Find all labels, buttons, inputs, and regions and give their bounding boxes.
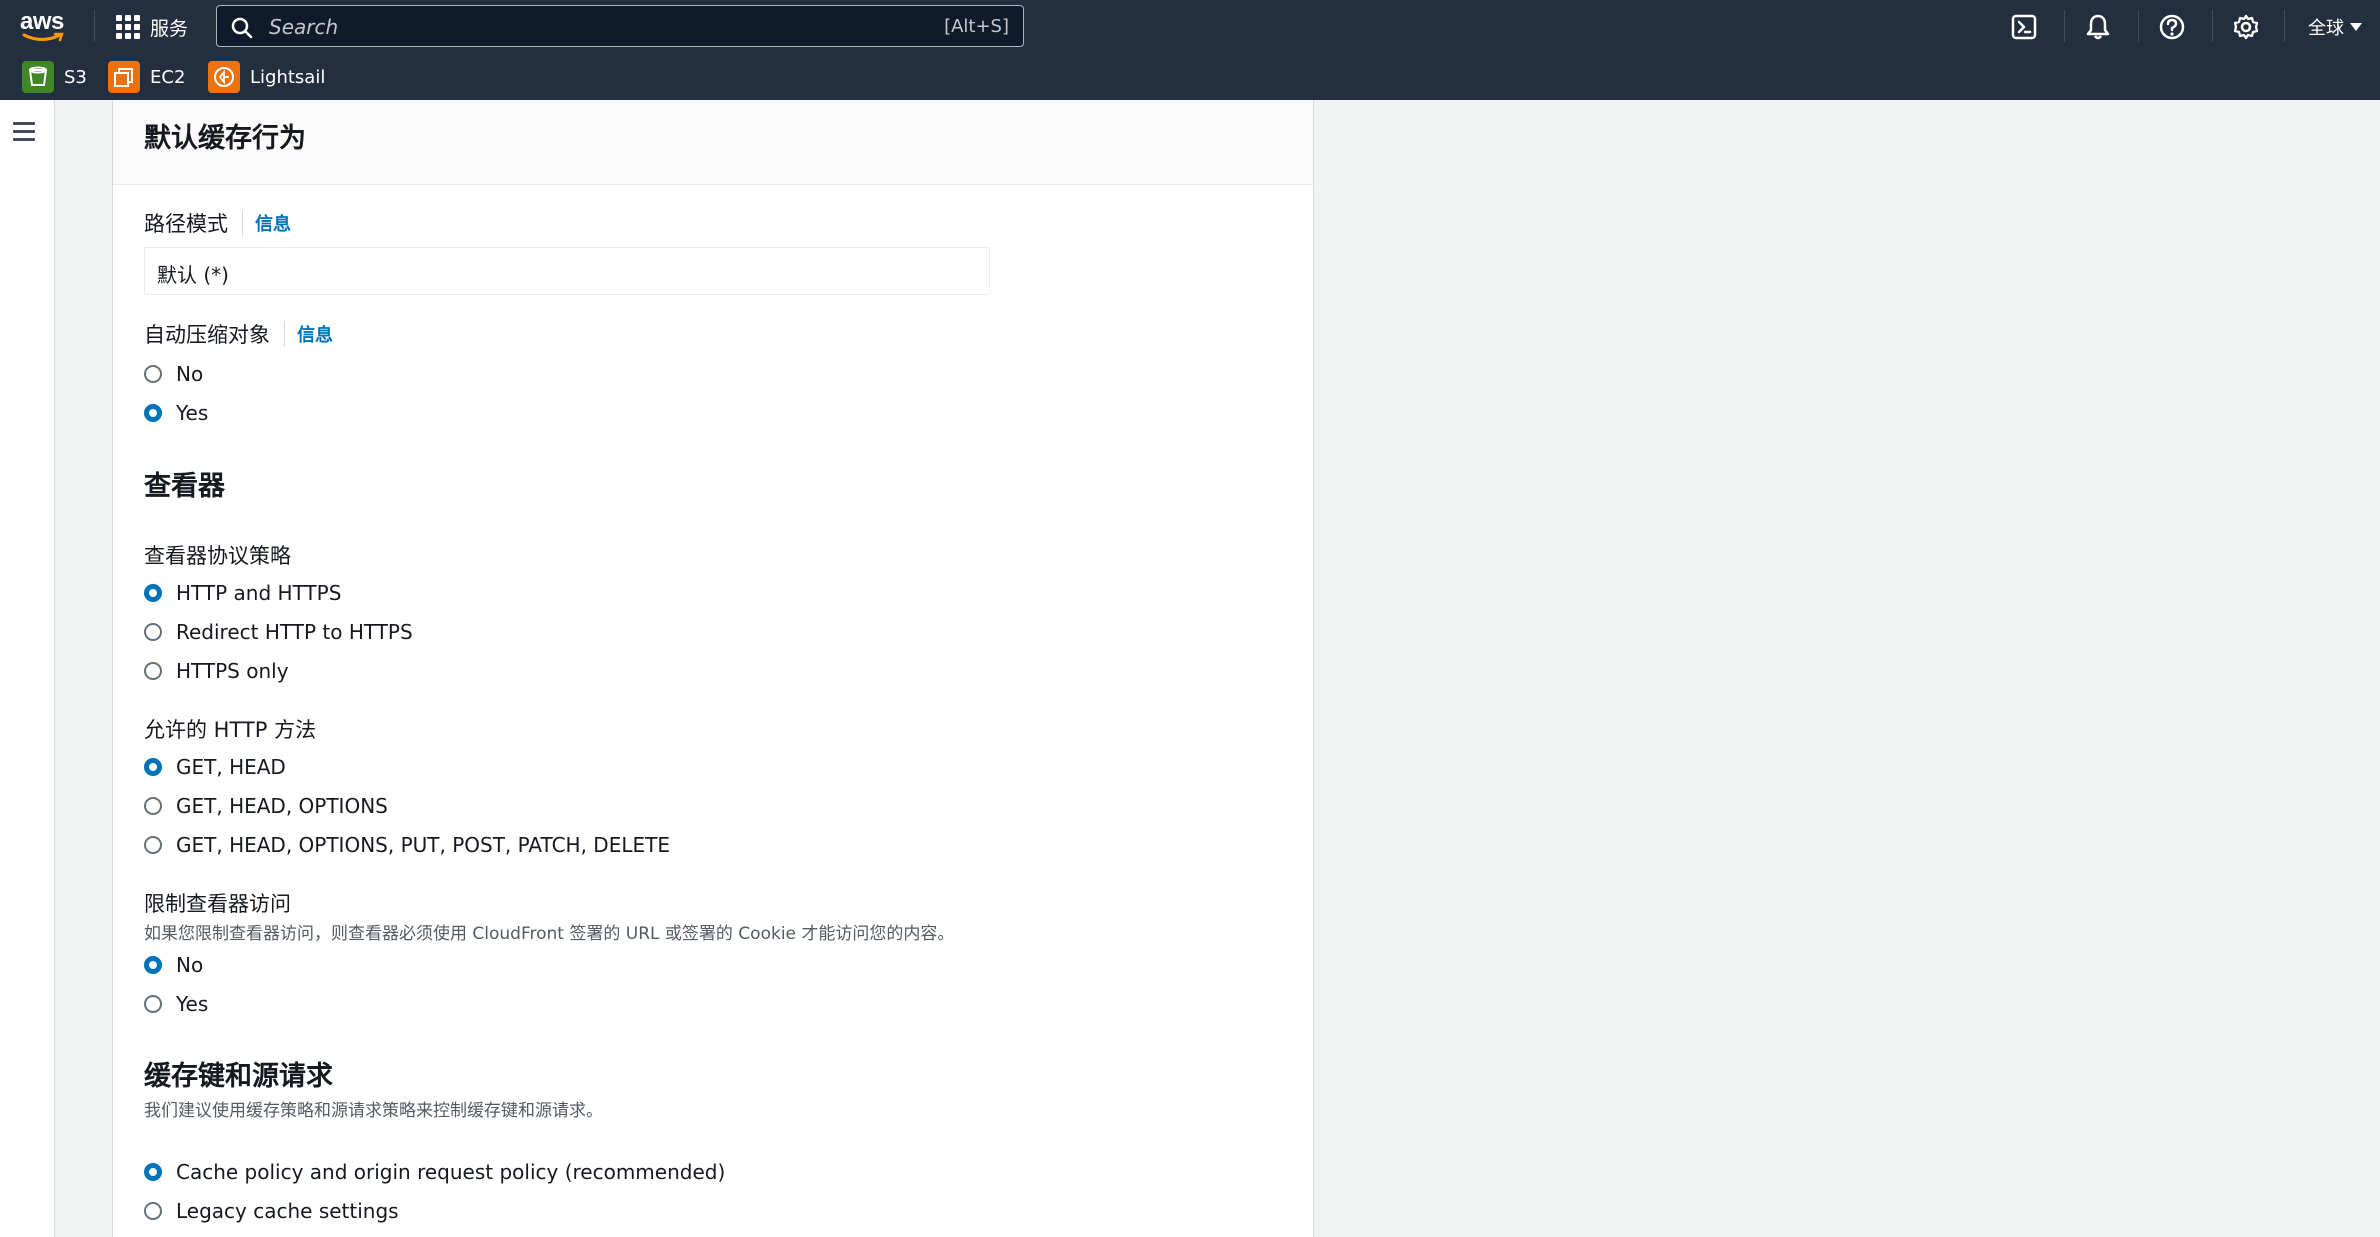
path-pattern-field[interactable]: 默认 (*): [144, 247, 990, 295]
allowed-methods-option[interactable]: GET, HEAD, OPTIONS: [144, 792, 388, 820]
panel-header: 默认缓存行为: [113, 100, 1313, 185]
viewer-protocol-option[interactable]: HTTP and HTTPS: [144, 579, 341, 607]
restrict-viewer-label-text: 限制查看器访问: [144, 892, 291, 916]
cache-settings-option[interactable]: Cache policy and origin request policy (…: [144, 1158, 725, 1186]
restrict-viewer-label: 限制查看器访问: [144, 888, 291, 918]
nav-main-row: aws 服务 [Alt+S]: [0, 0, 2380, 54]
radio-icon[interactable]: [144, 623, 162, 641]
radio-label: HTTP and HTTPS: [176, 581, 342, 605]
search-shortcut-hint: [Alt+S]: [944, 16, 1009, 37]
viewer-protocol-label: 查看器协议策略: [144, 540, 291, 570]
caret-down-icon: [2350, 23, 2362, 31]
compress-objects-label-text: 自动压缩对象: [144, 323, 270, 347]
services-label: 服务: [150, 17, 189, 40]
restrict-viewer-description: 如果您限制查看器访问，则查看器必须使用 CloudFront 签署的 URL 或…: [144, 924, 955, 944]
radio-label: Yes: [176, 401, 209, 425]
path-pattern-label: 路径模式 信息: [144, 208, 291, 238]
lightsail-icon: [208, 61, 240, 93]
path-pattern-info-link[interactable]: 信息: [242, 210, 291, 236]
compress-objects-label: 自动压缩对象 信息: [144, 319, 333, 349]
favorite-label: Lightsail: [250, 66, 326, 88]
services-grid-icon: [116, 15, 140, 39]
nav-divider: [2138, 10, 2139, 42]
cache-key-description: 我们建议使用缓存策略和源请求策略来控制缓存键和源请求。: [144, 1101, 603, 1121]
radio-icon[interactable]: [144, 584, 162, 602]
side-navigation-rail: [0, 100, 55, 1237]
radio-label: Legacy cache settings: [176, 1199, 399, 1223]
radio-icon[interactable]: [144, 365, 162, 383]
allowed-methods-option[interactable]: GET, HEAD: [144, 753, 286, 781]
nav-divider: [2064, 10, 2065, 42]
panel-title: 默认缓存行为: [144, 123, 306, 154]
nav-divider: [94, 10, 95, 42]
cloudshell-icon[interactable]: [2010, 13, 2038, 41]
search-icon: [231, 17, 253, 39]
radio-label: No: [176, 362, 204, 386]
favorite-label: S3: [64, 66, 87, 88]
viewer-protocol-option[interactable]: HTTPS only: [144, 657, 289, 685]
aws-smile-icon: [22, 32, 64, 42]
radio-icon[interactable]: [144, 1163, 162, 1181]
menu-icon[interactable]: [13, 122, 35, 146]
aws-logo[interactable]: aws: [20, 8, 68, 44]
search-box[interactable]: [Alt+S]: [216, 5, 1024, 47]
search-input[interactable]: [267, 12, 871, 42]
region-selector[interactable]: 全球: [2308, 14, 2362, 40]
nav-divider: [2212, 10, 2213, 42]
radio-label: Yes: [176, 992, 209, 1016]
viewer-protocol-option[interactable]: Redirect HTTP to HTTPS: [144, 618, 413, 646]
notifications-icon[interactable]: [2084, 13, 2112, 41]
favorite-s3[interactable]: S3: [22, 61, 87, 93]
radio-icon[interactable]: [144, 404, 162, 422]
viewer-protocol-label-text: 查看器协议策略: [144, 544, 291, 568]
favorite-ec2[interactable]: EC2: [108, 61, 185, 93]
allowed-methods-label: 允许的 HTTP 方法: [144, 714, 316, 744]
allowed-methods-option[interactable]: GET, HEAD, OPTIONS, PUT, POST, PATCH, DE…: [144, 831, 670, 859]
radio-icon[interactable]: [144, 995, 162, 1013]
viewer-heading: 查看器: [144, 471, 225, 502]
favorite-lightsail[interactable]: Lightsail: [208, 61, 325, 93]
help-icon[interactable]: [2158, 13, 2186, 41]
radio-label: No: [176, 953, 204, 977]
favorite-label: EC2: [150, 66, 186, 88]
compress-objects-info-link[interactable]: 信息: [284, 321, 333, 347]
radio-label: HTTPS only: [176, 659, 289, 683]
nav-divider: [2284, 10, 2285, 42]
radio-icon[interactable]: [144, 956, 162, 974]
favorites-bar: S3 EC2 Lightsail: [0, 54, 2380, 100]
allowed-methods-label-text: 允许的 HTTP 方法: [144, 718, 317, 742]
radio-icon[interactable]: [144, 758, 162, 776]
ec2-icon: [108, 61, 140, 93]
top-navigation: aws 服务 [Alt+S]: [0, 0, 2380, 100]
settings-icon[interactable]: [2232, 13, 2260, 41]
radio-label: GET, HEAD, OPTIONS, PUT, POST, PATCH, DE…: [176, 833, 670, 857]
cache-key-heading: 缓存键和源请求: [144, 1061, 333, 1092]
s3-icon: [22, 61, 54, 93]
radio-label: Redirect HTTP to HTTPS: [176, 620, 413, 644]
compress-option[interactable]: No: [144, 360, 203, 388]
radio-icon[interactable]: [144, 1202, 162, 1220]
restrict-viewer-option[interactable]: Yes: [144, 990, 208, 1018]
services-menu-button[interactable]: 服务: [116, 12, 188, 42]
compress-option[interactable]: Yes: [144, 399, 208, 427]
restrict-viewer-option[interactable]: No: [144, 951, 203, 979]
radio-icon[interactable]: [144, 836, 162, 854]
path-pattern-label-text: 路径模式: [144, 212, 228, 236]
radio-icon[interactable]: [144, 797, 162, 815]
radio-label: GET, HEAD, OPTIONS: [176, 794, 388, 818]
radio-label: Cache policy and origin request policy (…: [176, 1160, 726, 1184]
radio-icon[interactable]: [144, 662, 162, 680]
region-label: 全球: [2308, 18, 2344, 39]
default-cache-behavior-panel: 默认缓存行为 路径模式 信息 默认 (*) 自动压缩对象 信息 No Yes 查…: [112, 100, 1314, 1237]
radio-label: GET, HEAD: [176, 755, 286, 779]
cache-settings-option[interactable]: Legacy cache settings: [144, 1197, 399, 1225]
